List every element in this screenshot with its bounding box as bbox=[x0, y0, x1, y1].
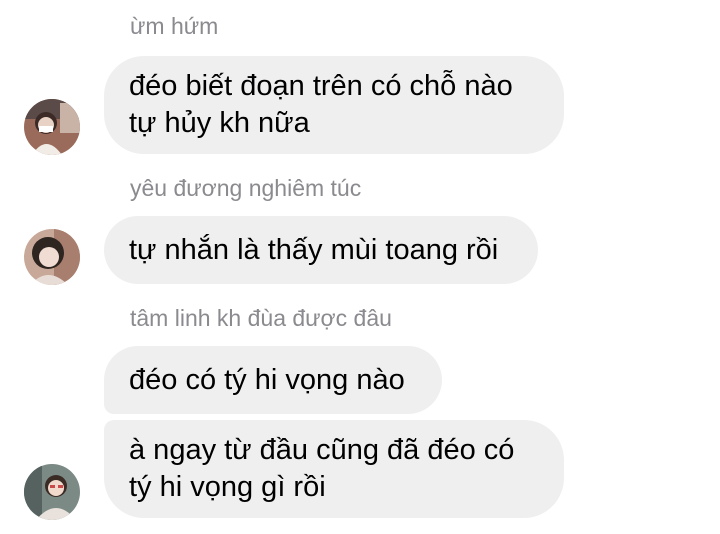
message-bubble[interactable]: tự nhắn là thấy mùi toang rồi bbox=[104, 216, 538, 284]
message-bubble[interactable]: đéo biết đoạn trên có chỗ nào tự hủy kh … bbox=[104, 56, 564, 154]
message-bubble[interactable]: à ngay từ đầu cũng đã đéo có tý hi vọng … bbox=[104, 420, 564, 518]
sender-name: yêu đương nghiêm túc bbox=[130, 175, 362, 201]
user-avatar-photo[interactable] bbox=[24, 99, 80, 155]
user-avatar-photo[interactable] bbox=[24, 464, 80, 520]
user-avatar-photo[interactable] bbox=[24, 229, 80, 285]
message-bubble[interactable]: đéo có tý hi vọng nào bbox=[104, 346, 442, 414]
sender-name: ừm hứm bbox=[130, 13, 219, 39]
sender-name: tâm linh kh đùa được đâu bbox=[130, 305, 392, 331]
